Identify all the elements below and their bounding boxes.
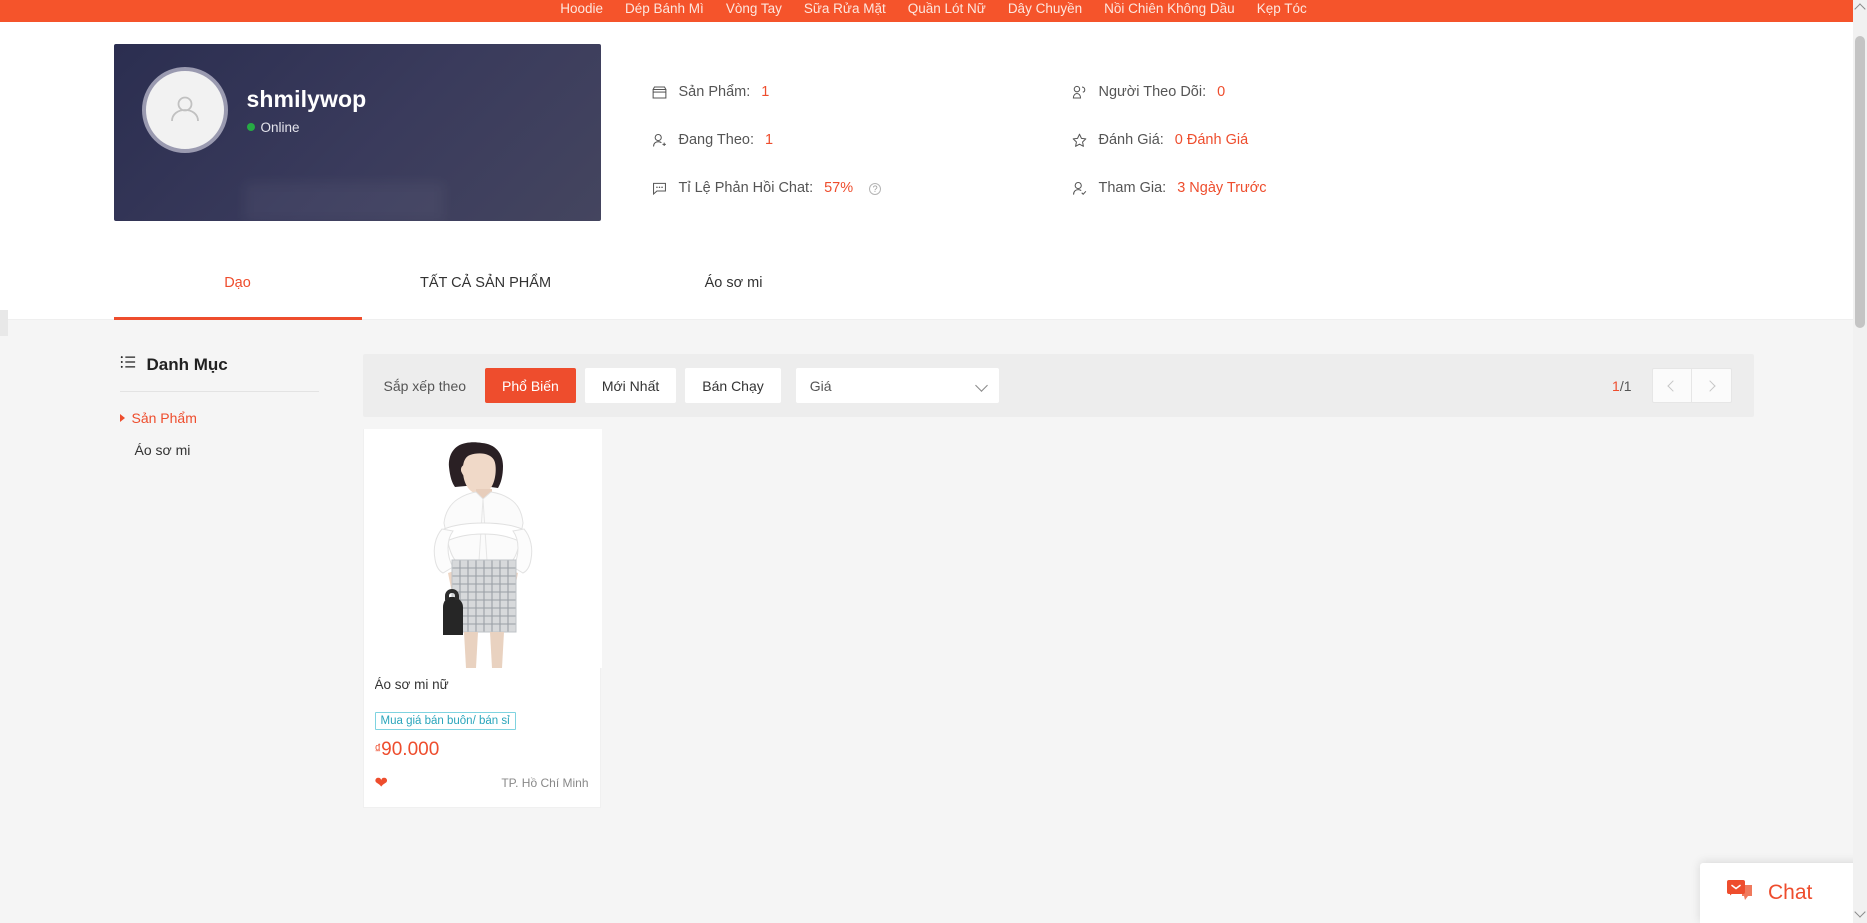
shop-page: Hoodie Dép Bánh Mì Vòng Tay Sữa Rửa Mặt … (0, 0, 1867, 923)
online-dot-icon (247, 123, 255, 131)
stat-value: 1 (765, 132, 773, 148)
chevron-down-icon (975, 379, 988, 392)
topnav-link[interactable]: Nồi Chiên Không Dầu (1104, 1, 1235, 16)
caret-right-icon (120, 414, 125, 422)
pagination-total: 1 (1624, 378, 1632, 394)
pagination-current: 1 (1612, 378, 1620, 394)
scrollbar-thumb[interactable] (1855, 36, 1865, 328)
shop-stats: Sản Phẩm: 1 Đang Theo: 1 T (601, 44, 1754, 212)
stat-value: 3 Ngày Trước (1177, 180, 1266, 196)
sort-bestselling-button[interactable]: Bán Chạy (685, 368, 780, 403)
user-check-icon (1071, 180, 1088, 197)
chat-widget[interactable]: Chat (1700, 863, 1867, 923)
shop-body: Danh Mục Sản Phẩm Áo sơ mi Sắp xếp theo … (0, 320, 1867, 923)
product-title: Áo sơ mi nữ (375, 676, 589, 693)
heart-icon[interactable]: ❤ (375, 773, 388, 793)
stat-value: 0 Đánh Giá (1175, 132, 1248, 148)
chat-label: Chat (1768, 881, 1812, 905)
user-plus-icon (651, 132, 668, 149)
topnav-link[interactable]: Hoodie (560, 1, 603, 16)
shop-header: shmilywop Online Sản Phẩm: (0, 22, 1867, 278)
star-icon (1071, 132, 1088, 149)
stat-value: 57% (824, 180, 853, 196)
pagination-next-button[interactable] (1692, 368, 1732, 403)
scroll-down-icon[interactable] (1854, 906, 1865, 917)
stat-value: 0 (1217, 84, 1225, 100)
stat-label: Tham Gia: (1099, 180, 1167, 196)
online-status-label: Online (261, 120, 300, 135)
stat-products: Sản Phẩm: 1 (651, 68, 1071, 116)
stat-label: Người Theo Dõi: (1099, 84, 1207, 100)
left-edge-marker (0, 310, 8, 336)
product-image (364, 429, 602, 668)
scroll-up-icon[interactable] (1854, 3, 1865, 14)
stat-chat-response: Tỉ Lệ Phản Hồi Chat: 57% ? (651, 164, 1071, 212)
topnav-link[interactable]: Vòng Tay (726, 1, 782, 16)
sidebar-title-label: Danh Mục (147, 355, 228, 375)
shop-stats-left-column: Sản Phẩm: 1 Đang Theo: 1 T (651, 68, 1071, 212)
sort-by-label: Sắp xếp theo (384, 378, 467, 394)
chevron-left-icon (1667, 380, 1678, 391)
topnav-link[interactable]: Kẹp Tóc (1257, 1, 1307, 16)
price-amount: 90.000 (381, 739, 439, 760)
sidebar-item-ao-so-mi[interactable]: Áo sơ mi (120, 426, 345, 458)
topnav-link[interactable]: Sữa Rửa Mặt (804, 1, 886, 16)
chat-icon (1726, 878, 1754, 909)
shop-profile-card[interactable]: shmilywop Online (114, 44, 601, 221)
sort-newest-button[interactable]: Mới Nhất (585, 368, 676, 403)
pagination-text: 1/1 (1612, 378, 1631, 394)
product-listing: Sắp xếp theo Phổ Biến Mới Nhất Bán Chạy … (345, 354, 1754, 808)
stat-label: Đang Theo: (679, 132, 755, 148)
stat-rating: Đánh Giá: 0 Đánh Giá (1071, 116, 1491, 164)
shop-name: shmilywop (247, 86, 367, 112)
user-avatar-icon (163, 88, 207, 132)
product-grid: Áo sơ mi nữ Mua giá bán buôn/ bán sỉ ₫90… (363, 429, 1754, 808)
followers-icon (1071, 84, 1088, 101)
sidebar-item-label: Sản Phẩm (132, 410, 197, 426)
topnav-link[interactable]: Dép Bánh Mì (625, 1, 704, 16)
list-icon (120, 354, 136, 375)
product-price: ₫90.000 (375, 739, 589, 761)
sort-toolbar: Sắp xếp theo Phổ Biến Mới Nhất Bán Chạy … (363, 354, 1754, 417)
topnav-link[interactable]: Dây Chuyền (1008, 1, 1082, 16)
tab-ao-so-mi[interactable]: Áo sơ mi (610, 246, 858, 320)
online-status: Online (247, 120, 367, 135)
shop-tabs-bar: Dạo TẤT CẢ SẢN PHẨM Áo sơ mi (0, 246, 1867, 320)
pagination-prev-button[interactable] (1652, 368, 1692, 403)
shop-stats-right-column: Người Theo Dõi: 0 Đánh Giá: 0 Đánh Giá (1071, 68, 1491, 212)
chat-bubble-icon (651, 180, 668, 197)
category-sidebar: Danh Mục Sản Phẩm Áo sơ mi (114, 354, 345, 458)
topnav-link[interactable]: Quần Lót Nữ (908, 1, 986, 16)
sort-popular-button[interactable]: Phổ Biến (485, 368, 576, 403)
wholesale-tag: Mua giá bán buôn/ bán sỉ (375, 712, 516, 730)
stat-label: Đánh Giá: (1099, 132, 1164, 148)
product-card[interactable]: Áo sơ mi nữ Mua giá bán buôn/ bán sỉ ₫90… (363, 429, 601, 808)
sort-price-value: Giá (810, 378, 832, 394)
chevron-right-icon (1704, 380, 1715, 391)
avatar[interactable] (142, 67, 228, 153)
product-location: TP. Hồ Chí Minh (501, 776, 588, 790)
page-scrollbar[interactable] (1853, 0, 1867, 923)
tab-dao[interactable]: Dạo (114, 246, 362, 320)
stat-label: Sản Phẩm: (679, 84, 751, 100)
sidebar-title: Danh Mục (120, 354, 345, 391)
sidebar-item-san-pham[interactable]: Sản Phẩm (120, 392, 345, 426)
stat-followers: Người Theo Dõi: 0 (1071, 68, 1491, 116)
stat-value: 1 (761, 84, 769, 100)
pagination: 1/1 (1612, 368, 1731, 403)
tab-all-products[interactable]: TẤT CẢ SẢN PHẨM (362, 246, 610, 320)
stat-joined: Tham Gia: 3 Ngày Trước (1071, 164, 1491, 212)
help-icon[interactable]: ? (869, 183, 881, 195)
stat-following: Đang Theo: 1 (651, 116, 1071, 164)
stat-label: Tỉ Lệ Phản Hồi Chat: (679, 180, 814, 196)
top-navigation-bar: Hoodie Dép Bánh Mì Vòng Tay Sữa Rửa Mặt … (0, 0, 1867, 22)
sort-price-select[interactable]: Giá (796, 368, 999, 403)
store-icon (651, 84, 668, 101)
